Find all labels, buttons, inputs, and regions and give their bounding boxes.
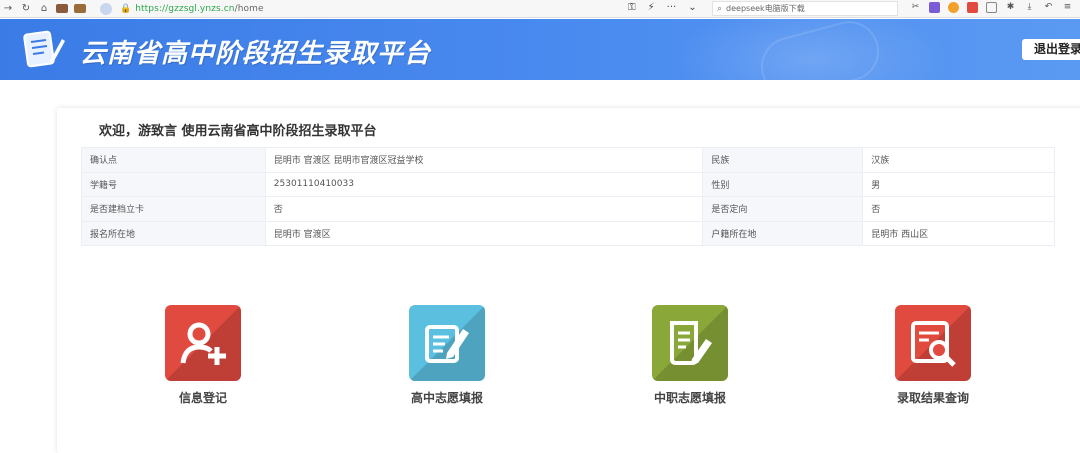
edit-form-icon bbox=[409, 305, 485, 381]
tile-label: 中职志愿填报 bbox=[653, 391, 726, 405]
document-pen-icon bbox=[652, 305, 728, 381]
field-value: 昆明市 官渡区 昆明市官渡区冠益学校 bbox=[264, 147, 704, 173]
search-icon: ⌕ bbox=[717, 3, 723, 14]
extension-shield-icon[interactable] bbox=[948, 2, 959, 13]
welcome-message: 欢迎，游致言 使用云南省高中阶段招生录取平台 bbox=[99, 124, 377, 139]
field-label: 确认点 bbox=[81, 147, 266, 173]
search-document-icon bbox=[895, 305, 971, 381]
main-card: 欢迎，游致言 使用云南省高中阶段招生录取平台 确认点 昆明市 官渡区 昆明市官渡区… bbox=[57, 108, 1080, 453]
home-icon[interactable]: ⌂ bbox=[38, 3, 50, 14]
table-row: 确认点 昆明市 官渡区 昆明市官渡区冠益学校 民族 汉族 bbox=[81, 147, 1055, 173]
url-path: /home bbox=[234, 3, 264, 14]
tile-vocational-application[interactable]: 中职志愿填报 bbox=[620, 305, 760, 406]
field-value: 否 bbox=[862, 196, 1055, 222]
table-row: 是否建档立卡否是否定向否 bbox=[81, 196, 1055, 222]
field-value: 汉族 bbox=[862, 147, 1055, 173]
tile-admission-result-query[interactable]: 录取结果查询 bbox=[863, 305, 1003, 406]
tile-label: 高中志愿填报 bbox=[410, 391, 483, 405]
field-label: 民族 bbox=[702, 147, 864, 173]
field-label: 是否建档立卡 bbox=[81, 196, 266, 222]
field-value: 否 bbox=[264, 196, 704, 222]
tile-label: 信息登记 bbox=[178, 391, 227, 405]
field-value: 男 bbox=[862, 171, 1055, 197]
more-icon[interactable]: ··· bbox=[667, 2, 677, 13]
url-host: https://gzzsgl.ynzs.cn bbox=[135, 3, 235, 14]
student-info-table: 确认点 昆明市 官渡区 昆明市官渡区冠益学校 民族 汉族 学籍号 253011104100… bbox=[81, 147, 1055, 246]
key-icon[interactable]: ⚿ bbox=[628, 2, 636, 13]
forward-icon[interactable]: → bbox=[2, 3, 14, 14]
logout-button[interactable]: 退出登录 bbox=[1022, 39, 1080, 60]
scissors-icon[interactable]: ✂ bbox=[910, 2, 921, 13]
field-label: 户籍所在地 bbox=[702, 220, 864, 246]
extension-purple-icon[interactable] bbox=[929, 2, 940, 13]
lightning-icon[interactable]: ⚡ bbox=[648, 2, 655, 13]
field-label: 性别 bbox=[702, 171, 864, 197]
tile-high-school-application[interactable]: 高中志愿填报 bbox=[377, 305, 517, 406]
field-value: 昆明市 官渡区 bbox=[264, 220, 704, 246]
field-value: 25301110410033 bbox=[264, 171, 704, 197]
site-favicon-icon bbox=[100, 2, 112, 15]
field-label: 报名所在地 bbox=[81, 220, 266, 246]
tile-label: 录取结果查询 bbox=[896, 391, 969, 405]
header-banner: 云南省高中阶段招生录取平台 退出登录 bbox=[0, 19, 1080, 80]
address-bar[interactable]: https://gzzsgl.ynzs.cn/home bbox=[135, 4, 263, 14]
menu-icon[interactable]: ≡ bbox=[1062, 2, 1073, 13]
table-row: 报名所在地 昆明市 官渡区 户籍所在地 昆明市 西山区 bbox=[81, 220, 1055, 246]
chevron-down-icon[interactable]: ⌄ bbox=[688, 2, 696, 13]
extension-bag-icon[interactable] bbox=[56, 4, 68, 13]
field-label: 是否定向 bbox=[702, 196, 864, 222]
reload-icon[interactable]: ↻ bbox=[20, 3, 32, 14]
window-icon[interactable] bbox=[986, 2, 997, 13]
undo-icon[interactable]: ↶ bbox=[1043, 2, 1054, 13]
field-value: 昆明市 西山区 bbox=[862, 220, 1055, 246]
browser-search-box[interactable]: ⌕ deepseek电脑版下载 bbox=[712, 1, 898, 16]
download-icon[interactable]: ⤓ bbox=[1024, 2, 1035, 13]
table-row: 学籍号 25301110410033 性别男 bbox=[81, 171, 1055, 197]
browser-search-text: deepseek电脑版下载 bbox=[726, 4, 805, 13]
lock-icon: 🔒 bbox=[120, 3, 132, 14]
browser-toolbar: → ↻ ⌂ 🔒 https://gzzsgl.ynzs.cn/home ⚿ ⚡ … bbox=[0, 0, 1080, 18]
extension-briefcase-icon[interactable] bbox=[74, 4, 86, 13]
field-label: 学籍号 bbox=[81, 171, 266, 197]
tile-info-register[interactable]: 信息登记 bbox=[133, 305, 273, 406]
platform-title: 云南省高中阶段招生录取平台 bbox=[80, 39, 432, 69]
user-add-icon bbox=[165, 305, 241, 381]
extension-red-icon[interactable] bbox=[967, 2, 978, 13]
platform-logo-icon bbox=[23, 30, 65, 68]
puzzle-icon[interactable]: ✱ bbox=[1005, 2, 1016, 13]
